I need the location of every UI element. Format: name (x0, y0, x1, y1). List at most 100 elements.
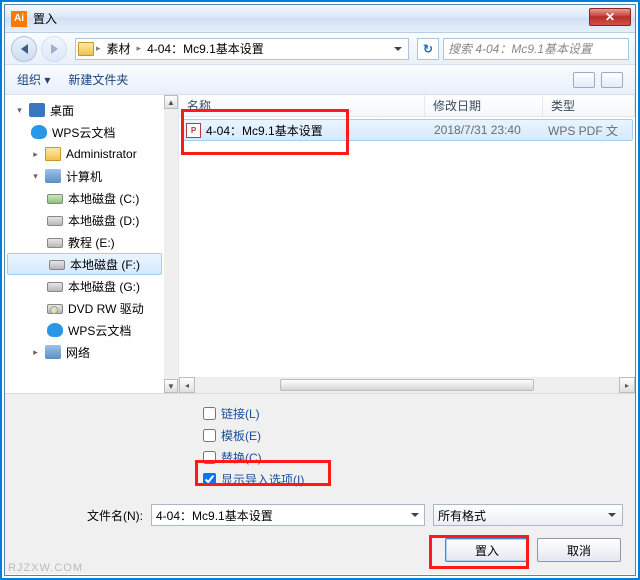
scroll-track[interactable] (164, 109, 178, 379)
expand-icon[interactable]: ▾ (15, 106, 24, 115)
link-checkbox[interactable] (203, 407, 216, 420)
breadcrumb-sep: ▸ (96, 43, 101, 54)
drive-icon (49, 260, 65, 270)
tree-label: 本地磁盘 (G:) (68, 278, 140, 295)
button-label: 置入 (475, 542, 499, 559)
expand-icon[interactable]: ▾ (31, 172, 40, 181)
tree-label: 教程 (E:) (68, 234, 115, 251)
back-button[interactable] (11, 36, 37, 62)
column-date[interactable]: 修改日期 (425, 95, 543, 116)
drive-icon (47, 238, 63, 248)
search-input[interactable]: 搜索 4-04：Mc9.1基本设置 (443, 38, 629, 60)
scroll-down-button[interactable]: ▼ (164, 379, 178, 393)
breadcrumb-seg-1[interactable]: 4-04：Mc9.1基本设置 (143, 38, 268, 59)
option-label: 模板(E) (221, 427, 261, 444)
expand-icon[interactable]: ▸ (31, 150, 40, 159)
place-dialog: Ai 置入 ✕ ▸ 素材 ▸ 4-04：Mc9.1基本设置 ↻ 搜索 4-04：… (4, 4, 636, 576)
option-show-import[interactable]: 显示导入选项(I) (203, 468, 635, 490)
scroll-left-button[interactable]: ◂ (179, 377, 195, 393)
tree-item[interactable]: ▸Administrator (5, 143, 164, 165)
file-date: 2018/7/31 23:40 (430, 123, 548, 137)
option-template[interactable]: 模板(E) (203, 424, 635, 446)
app-icon: Ai (11, 11, 27, 27)
breadcrumb-seg-0[interactable]: 素材 (103, 38, 135, 59)
tree-label: 本地磁盘 (D:) (68, 212, 139, 229)
drive-icon (47, 216, 63, 226)
tree-drive[interactable]: DVD RW 驱动 (5, 297, 164, 319)
refresh-button[interactable]: ↻ (417, 38, 439, 60)
address-bar[interactable]: ▸ 素材 ▸ 4-04：Mc9.1基本设置 (75, 38, 409, 60)
scroll-right-button[interactable]: ▸ (619, 377, 635, 393)
close-button[interactable]: ✕ (589, 8, 631, 26)
expand-icon[interactable]: ▸ (31, 348, 40, 357)
folder-tree: ▾ 桌面 WPS云文档 ▸Administrator ▾ 计算机 本地磁盘 (C:)… (5, 95, 179, 393)
tree-label: WPS云文档 (52, 124, 115, 141)
refresh-icon: ↻ (423, 42, 433, 56)
file-row[interactable]: P 4-04：Mc9.1基本设置 2018/7/31 23:40 WPS PDF… (181, 119, 633, 141)
column-name[interactable]: 名称 (179, 95, 425, 116)
network-icon (45, 345, 61, 359)
filetype-value: 所有格式 (438, 507, 486, 524)
button-label: 取消 (567, 542, 591, 559)
view-mode-button[interactable] (573, 72, 595, 88)
nav-bar: ▸ 素材 ▸ 4-04：Mc9.1基本设置 ↻ 搜索 4-04：Mc9.1基本设… (5, 33, 635, 65)
filename-label: 文件名(N): (17, 507, 143, 524)
replace-checkbox[interactable] (203, 451, 216, 464)
pdf-file-icon: P (186, 123, 201, 138)
tree-drive[interactable]: WPS云文档 (5, 319, 164, 341)
button-row: 置入 取消 (17, 538, 623, 562)
file-name: 4-04：Mc9.1基本设置 (206, 122, 430, 139)
cancel-button[interactable]: 取消 (537, 538, 621, 562)
tree-computer[interactable]: ▾ 计算机 (5, 165, 164, 187)
close-icon: ✕ (605, 10, 615, 24)
cloud-icon (47, 323, 63, 337)
tree-drive[interactable]: 本地磁盘 (G:) (5, 275, 164, 297)
tree-label: 桌面 (50, 102, 74, 119)
tree-label: DVD RW 驱动 (68, 300, 144, 317)
filename-row: 文件名(N): 4-04：Mc9.1基本设置 所有格式 (17, 504, 623, 526)
window-title: 置入 (33, 10, 57, 27)
tree-label: 计算机 (66, 168, 102, 185)
scroll-up-button[interactable]: ▲ (164, 95, 178, 109)
file-list: 名称 修改日期 类型 P 4-04：Mc9.1基本设置 2018/7/31 23… (179, 95, 635, 393)
new-folder-button[interactable]: 新建文件夹 (68, 71, 128, 88)
filetype-select[interactable]: 所有格式 (433, 504, 623, 526)
tree-drive[interactable]: 本地磁盘 (C:) (5, 187, 164, 209)
help-button[interactable] (601, 72, 623, 88)
arrow-left-icon (21, 44, 28, 54)
drive-icon (47, 282, 63, 292)
scroll-thumb[interactable] (280, 379, 534, 391)
tree-label: 本地磁盘 (F:) (70, 256, 140, 273)
sys-icon (47, 194, 63, 204)
toolbar: 组织 ▾ 新建文件夹 (5, 65, 635, 95)
scroll-track[interactable] (195, 377, 619, 393)
forward-button[interactable] (41, 36, 67, 62)
option-replace[interactable]: 替换(C) (203, 446, 635, 468)
watermark: RJZXW.COM (8, 562, 83, 574)
list-header: 名称 修改日期 类型 (179, 95, 635, 117)
tree-label: WPS云文档 (68, 322, 131, 339)
place-button[interactable]: 置入 (445, 538, 529, 562)
show-import-checkbox[interactable] (203, 473, 216, 486)
bottom-panel: 文件名(N): 4-04：Mc9.1基本设置 所有格式 置入 取消 (5, 496, 635, 574)
tree-item[interactable]: WPS云文档 (5, 121, 164, 143)
dvd-icon (47, 304, 63, 314)
tree-drive[interactable]: 本地磁盘 (D:) (5, 209, 164, 231)
tree-scrollbar[interactable]: ▲ ▼ (164, 95, 178, 393)
desktop-icon (29, 103, 45, 117)
options-panel: 链接(L) 模板(E) 替换(C) 显示导入选项(I) (5, 393, 635, 496)
column-type[interactable]: 类型 (543, 95, 635, 116)
tree-network[interactable]: ▸网络 (5, 341, 164, 363)
tree-label: 本地磁盘 (C:) (68, 190, 139, 207)
option-link[interactable]: 链接(L) (203, 402, 635, 424)
tree-drive[interactable]: 教程 (E:) (5, 231, 164, 253)
address-dropdown[interactable] (390, 39, 406, 59)
filename-input[interactable]: 4-04：Mc9.1基本设置 (151, 504, 425, 526)
cloud-icon (31, 125, 47, 139)
tree-drive[interactable]: 本地磁盘 (F:) (7, 253, 162, 275)
list-scrollbar[interactable]: ◂ ▸ (179, 377, 635, 393)
file-type: WPS PDF 文 (548, 122, 618, 139)
template-checkbox[interactable] (203, 429, 216, 442)
organize-menu[interactable]: 组织 ▾ (17, 71, 50, 88)
tree-desktop[interactable]: ▾ 桌面 (5, 99, 164, 121)
